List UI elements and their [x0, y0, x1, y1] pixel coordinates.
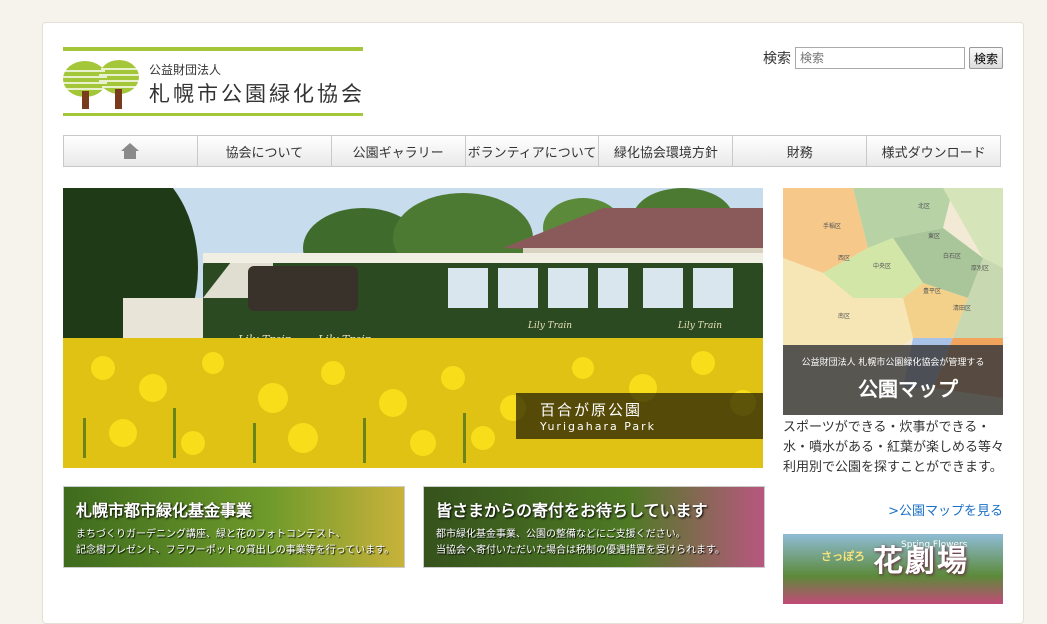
map-district-label: 南区	[838, 312, 850, 320]
nav-gallery[interactable]: 公園ギャラリー	[331, 136, 466, 166]
flower-theater-banner[interactable]: さっぽろ Spring Flowers 花劇場	[783, 534, 1003, 604]
nav-about[interactable]: 協会について	[197, 136, 332, 166]
banner-text: まちづくりガーデニング講座、緑と花のフォトコンテスト、 記念樹プレゼント、フラワ…	[76, 527, 394, 559]
banner-line: 当協会へ寄付いただいた場合は税制の優遇措置を受けられます。	[436, 545, 725, 556]
map-district-label: 白石区	[943, 252, 961, 260]
map-district-label: 東区	[928, 232, 940, 240]
nav-volunteer[interactable]: ボランティアについて	[465, 136, 600, 166]
park-map-description: スポーツができる・炊事ができる・水・噴水がある・紅葉が楽しめる等々利用別で公園を…	[783, 420, 1005, 475]
map-district-label: 豊平区	[923, 287, 941, 295]
park-map-subtitle: 公益財団法人 札幌市公園緑化協会が管理する	[801, 358, 985, 368]
home-icon	[121, 143, 140, 159]
search-button[interactable]: 検索	[968, 47, 1003, 69]
map-district-label: 手稲区	[823, 222, 841, 230]
map-district-label: 西区	[838, 255, 850, 262]
site-logo[interactable]: 公益財団法人 札幌市公園緑化協会	[63, 47, 363, 117]
banner-text: 都市緑化基金事業、公園の整備などにご支援ください。 当協会へ寄付いただいた場合は…	[436, 527, 725, 559]
hero-caption-en: Yurigahara Park	[540, 420, 656, 433]
search-input[interactable]	[794, 47, 965, 69]
logo-title: 札幌市公園緑化協会	[149, 82, 365, 106]
map-district-label: 北区	[918, 202, 930, 210]
map-district-label: 厚別区	[971, 264, 989, 272]
search-label: 検索	[762, 51, 791, 67]
svg-text:Lily Train: Lily Train	[677, 321, 722, 331]
banner-line: まちづくりガーデニング講座、緑と花のフォトコンテスト、	[76, 529, 346, 540]
nav-home[interactable]	[64, 136, 198, 166]
banner-line: 都市緑化基金事業、公園の整備などにご支援ください。	[436, 529, 686, 540]
park-map-overlay: 公益財団法人 札幌市公園緑化協会が管理する 公園マップ	[783, 345, 1003, 415]
tree-logo-icon	[63, 60, 139, 109]
map-district-label: 中央区	[873, 262, 891, 270]
flower-banner-small: さっぽろ	[821, 550, 865, 563]
logo-subtitle: 公益財団法人	[149, 63, 222, 77]
nav-finance[interactable]: 財務	[733, 136, 868, 166]
banner-title: 皆さまからの寄付をお待ちしています	[436, 501, 708, 520]
search-form: 検索 検索	[763, 47, 1003, 69]
page-container: 公益財団法人 札幌市公園緑化協会 検索 検索 協会について 公園ギャラリー ボラ…	[42, 22, 1024, 624]
park-map-link[interactable]: >公園マップを見る	[783, 500, 1003, 519]
banner-line: 記念樹プレゼント、フラワーポットの貸出しの事業等を行っています。	[76, 545, 395, 556]
flower-banner-title: 花劇場	[873, 544, 969, 579]
hero-slideshow[interactable]: Lily Train Lily Train Lily Train Lily Tr…	[63, 188, 763, 468]
hero-caption: 百合が原公園 Yurigahara Park	[516, 393, 763, 439]
banner-title: 札幌市都市緑化基金事業	[76, 501, 253, 520]
park-map-banner[interactable]: 手稲区 北区 東区 西区 中央区 白石区 厚別区 豊平区 清田区 南区 公益財団…	[783, 188, 1003, 415]
svg-text:Lily Train: Lily Train	[527, 321, 572, 331]
greening-fund-banner[interactable]: 札幌市都市緑化基金事業 まちづくりガーデニング講座、緑と花のフォトコンテスト、 …	[63, 486, 405, 568]
nav-environment-policy[interactable]: 緑化協会環境方針	[599, 136, 734, 166]
donation-banner[interactable]: 皆さまからの寄付をお待ちしています 都市緑化基金事業、公園の整備などにご支援くだ…	[423, 486, 765, 568]
nav-forms-download[interactable]: 様式ダウンロード	[867, 136, 1001, 166]
map-district-label: 清田区	[953, 304, 971, 312]
hero-caption-jp: 百合が原公園	[540, 401, 643, 419]
main-nav: 協会について 公園ギャラリー ボランティアについて 緑化協会環境方針 財務 様式…	[63, 135, 1001, 167]
logo-bottom-bar	[63, 113, 363, 116]
logo-top-bar	[63, 47, 363, 51]
park-map-title: 公園マップ	[858, 377, 958, 401]
